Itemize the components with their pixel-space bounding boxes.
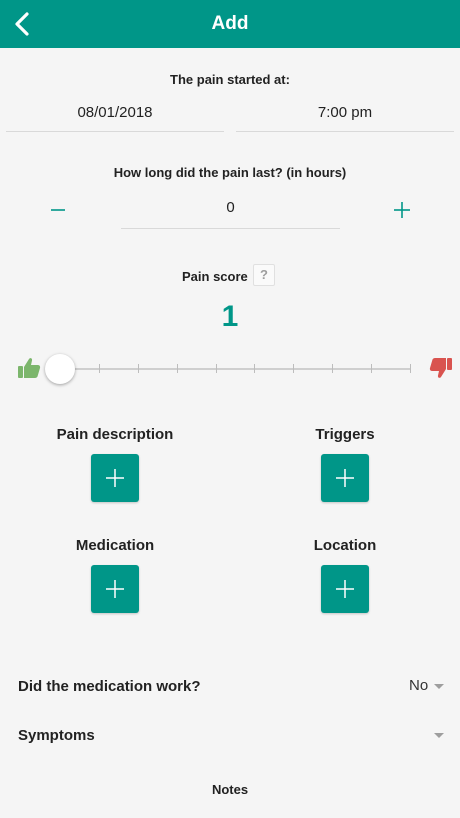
add-location-button[interactable] bbox=[321, 565, 369, 613]
slider-tick bbox=[332, 364, 334, 373]
pain-score-slider[interactable] bbox=[45, 354, 411, 384]
add-triggers-button[interactable] bbox=[321, 454, 369, 502]
thumbs-down-icon bbox=[429, 358, 452, 378]
triggers-label: Triggers bbox=[315, 426, 375, 443]
slider-tick bbox=[410, 364, 411, 373]
plus-icon bbox=[106, 469, 124, 487]
notes-label: Notes bbox=[211, 782, 249, 797]
add-medication-button[interactable] bbox=[91, 565, 139, 613]
duration-input[interactable]: 0 bbox=[121, 199, 340, 229]
minus-icon bbox=[51, 209, 65, 211]
chevron-down-icon[interactable] bbox=[434, 733, 444, 738]
slider-tick bbox=[98, 364, 100, 373]
slider-tick bbox=[254, 364, 256, 373]
plus-icon bbox=[336, 580, 354, 598]
thumbs-up-icon bbox=[18, 358, 41, 378]
slider-tick bbox=[293, 364, 295, 373]
plus-icon bbox=[336, 469, 354, 487]
pain-description-label: Pain description bbox=[56, 426, 174, 443]
slider-thumb[interactable] bbox=[45, 354, 75, 384]
slider-tick bbox=[215, 364, 217, 373]
medication-work-select[interactable]: No bbox=[409, 677, 428, 694]
chevron-down-icon[interactable] bbox=[434, 684, 444, 689]
date-field[interactable]: 08/01/2018 bbox=[6, 104, 224, 132]
plus-icon bbox=[106, 580, 124, 598]
medication-work-label: Did the medication work? bbox=[18, 678, 201, 695]
plus-icon bbox=[394, 202, 410, 218]
symptoms-label: Symptoms bbox=[18, 727, 95, 744]
pain-score-value: 1 bbox=[221, 300, 239, 333]
location-label: Location bbox=[313, 537, 377, 554]
app-bar: Add bbox=[0, 0, 460, 48]
medication-label: Medication bbox=[75, 537, 155, 554]
slider-tick bbox=[176, 364, 178, 373]
slider-tick bbox=[137, 364, 139, 373]
add-pain-description-button[interactable] bbox=[91, 454, 139, 502]
decrement-button[interactable] bbox=[40, 192, 76, 228]
time-field[interactable]: 7:00 pm bbox=[236, 104, 454, 132]
page-title: Add bbox=[211, 13, 249, 34]
help-button[interactable]: ? bbox=[253, 264, 275, 286]
increment-button[interactable] bbox=[384, 192, 420, 228]
duration-label: How long did the pain last? (in hours) bbox=[113, 165, 347, 180]
slider-track bbox=[60, 368, 410, 370]
pain-start-label: The pain started at: bbox=[170, 72, 290, 87]
slider-tick bbox=[371, 364, 373, 373]
pain-score-label: Pain score bbox=[182, 269, 248, 284]
